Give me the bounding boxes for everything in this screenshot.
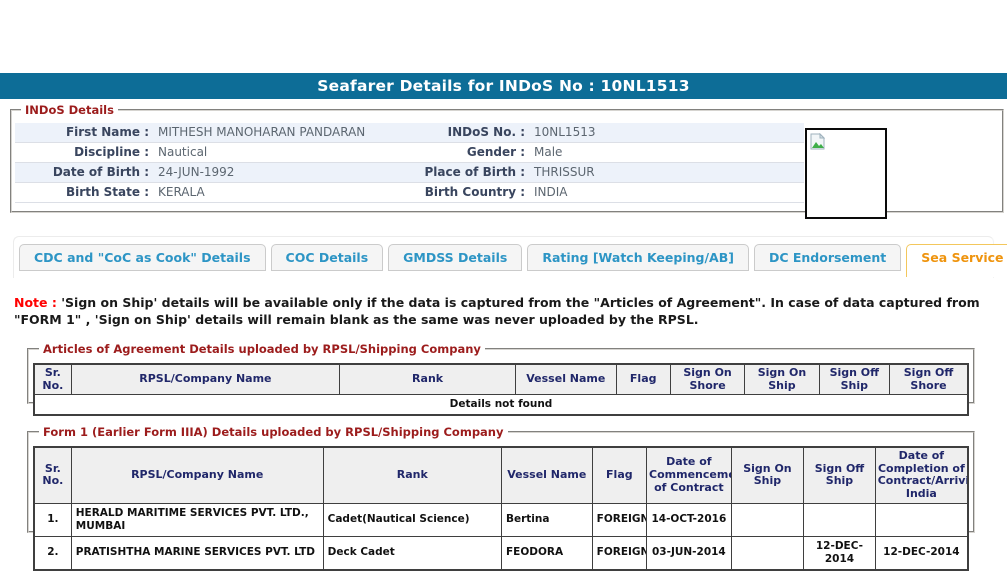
indos-details-rows: First Name :MITHESH MANOHARAN PANDARANIN…	[15, 123, 804, 203]
detail-label: Birth State :	[15, 183, 149, 202]
seafarer-photo-placeholder	[805, 128, 887, 219]
column-header: Sr. No.	[34, 447, 71, 503]
form1-cell: 12-DEC-2014	[875, 536, 968, 570]
form1-cell: 14-OCT-2016	[647, 503, 732, 536]
form1-legend: Form 1 (Earlier Form IIIA) Details uploa…	[39, 425, 508, 439]
detail-value: Male	[525, 143, 804, 162]
column-header: Date of Commencement of Contract	[647, 447, 732, 503]
articles-table-empty-row: Details not found	[34, 395, 968, 416]
note: Note : 'Sign on Ship' details will be av…	[14, 295, 996, 328]
indos-details-section: INDoS Details First Name :MITHESH MANOHA…	[10, 103, 1004, 213]
page: Seafarer Details for INDoS No : 10NL1513…	[0, 0, 1007, 553]
detail-value: THRISSUR	[525, 163, 804, 182]
articles-of-agreement-section: Articles of Agreement Details uploaded b…	[27, 342, 975, 404]
column-header: Sign Off Ship	[819, 364, 889, 395]
detail-label: Discipline :	[15, 143, 149, 162]
form1-cell: 03-JUN-2014	[647, 536, 732, 570]
articles-of-agreement-legend: Articles of Agreement Details uploaded b…	[39, 342, 485, 356]
tabs: CDC and "CoC as Cook" DetailsCOC Details…	[19, 244, 993, 277]
indos-detail-row: Discipline :NauticalGender :Male	[15, 143, 804, 163]
column-header: Rank	[340, 364, 516, 395]
form1-cell: HERALD MARITIME SERVICES PVT. LTD., MUMB…	[71, 503, 323, 536]
indos-detail-row: Birth State :KERALABirth Country :INDIA	[15, 183, 804, 203]
detail-value: MITHESH MANOHARAN PANDARAN	[149, 123, 415, 142]
form1-cell: FOREIGN	[592, 503, 646, 536]
tab-cdc-and-coc-as-cook-details[interactable]: CDC and "CoC as Cook" Details	[19, 244, 266, 271]
form1-table: Sr. No.RPSL/Company NameRankVessel NameF…	[33, 446, 969, 571]
form1-cell: 1.	[34, 503, 71, 536]
form1-cell: FEODORA	[501, 536, 592, 570]
form1-cell	[731, 503, 804, 536]
form1-cell	[731, 536, 804, 570]
tab-rating-watch-keeping-ab[interactable]: Rating [Watch Keeping/AB]	[527, 244, 749, 271]
form1-table-row: 1.HERALD MARITIME SERVICES PVT. LTD., MU…	[34, 503, 968, 536]
column-header: RPSL/Company Name	[71, 447, 323, 503]
indos-details-body: First Name :MITHESH MANOHARAN PANDARANIN…	[15, 123, 999, 207]
detail-value: Nautical	[149, 143, 415, 162]
form1-section: Form 1 (Earlier Form IIIA) Details uploa…	[27, 425, 975, 533]
tab-dc-endorsement[interactable]: DC Endorsement	[754, 244, 901, 271]
detail-value: 24-JUN-1992	[149, 163, 415, 182]
tab-sea-service-details[interactable]: Sea Service Details	[906, 244, 1007, 277]
form1-cell: Deck Cadet	[323, 536, 501, 570]
form1-table-header-row: Sr. No.RPSL/Company NameRankVessel NameF…	[34, 447, 968, 503]
form1-cell: 12-DEC-2014	[804, 536, 876, 570]
tab-bar: CDC and "CoC as Cook" DetailsCOC Details…	[13, 236, 994, 278]
form1-table-row: 2.PRATISHTHA MARINE SERVICES PVT. LTDDec…	[34, 536, 968, 570]
form1-cell: Cadet(Nautical Science)	[323, 503, 501, 536]
column-header: Date of Completion of Contract/Arriving …	[875, 447, 968, 503]
column-header: Sign Off Shore	[890, 364, 968, 395]
indos-detail-row: Date of Birth :24-JUN-1992Place of Birth…	[15, 163, 804, 183]
column-header: Vessel Name	[516, 364, 617, 395]
tab-coc-details[interactable]: COC Details	[271, 244, 384, 271]
form1-cell: 2.	[34, 536, 71, 570]
indos-detail-row: First Name :MITHESH MANOHARAN PANDARANIN…	[15, 123, 804, 143]
tab-gmdss-details[interactable]: GMDSS Details	[388, 244, 522, 271]
column-header: Sr. No.	[34, 364, 71, 395]
note-label: Note :	[14, 295, 57, 310]
column-header: Sign On Ship	[745, 364, 819, 395]
column-header: Sign On Ship	[731, 447, 804, 503]
form1-cell	[804, 503, 876, 536]
detail-label: Place of Birth :	[415, 163, 525, 182]
detail-label: INDoS No. :	[415, 123, 525, 142]
indos-details-legend: INDoS Details	[21, 103, 118, 117]
form1-cell: FOREIGN	[592, 536, 646, 570]
column-header: Vessel Name	[501, 447, 592, 503]
detail-value: 10NL1513	[525, 123, 804, 142]
column-header: Flag	[592, 447, 646, 503]
detail-value: KERALA	[149, 183, 415, 202]
articles-of-agreement-table: Sr. No.RPSL/Company NameRankVessel NameF…	[33, 363, 969, 416]
detail-label: First Name :	[15, 123, 149, 142]
form1-cell: PRATISHTHA MARINE SERVICES PVT. LTD	[71, 536, 323, 570]
note-text: 'Sign on Ship' details will be available…	[14, 295, 980, 327]
detail-label: Gender :	[415, 143, 525, 162]
form1-cell: Bertina	[501, 503, 592, 536]
page-title: Seafarer Details for INDoS No : 10NL1513	[0, 73, 1007, 99]
details-not-found-message: Details not found	[34, 395, 968, 416]
detail-label: Date of Birth :	[15, 163, 149, 182]
column-header: Sign Off Ship	[804, 447, 876, 503]
form1-cell	[875, 503, 968, 536]
detail-label: Birth Country :	[415, 183, 525, 202]
detail-value: INDIA	[525, 183, 804, 202]
articles-table-header-row: Sr. No.RPSL/Company NameRankVessel NameF…	[34, 364, 968, 395]
column-header: Rank	[323, 447, 501, 503]
broken-image-icon	[810, 133, 825, 150]
column-header: RPSL/Company Name	[71, 364, 339, 395]
column-header: Flag	[616, 364, 670, 395]
column-header: Sign On Shore	[670, 364, 744, 395]
